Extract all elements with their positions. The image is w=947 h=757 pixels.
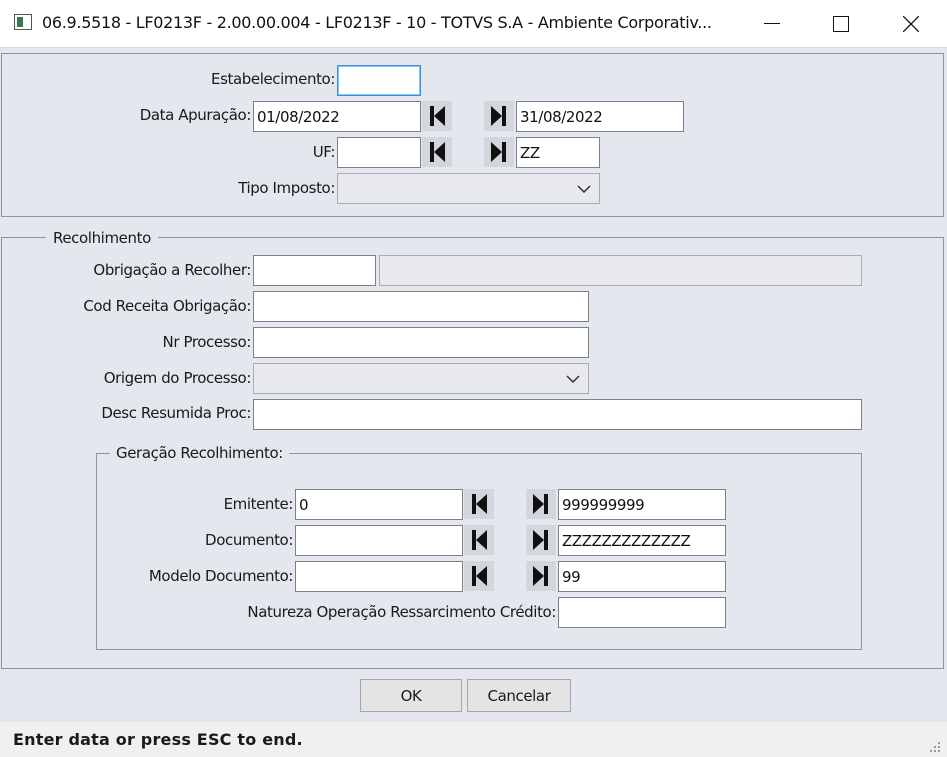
emitente-first-button[interactable] <box>464 489 494 519</box>
uf-label: UF: <box>312 143 336 161</box>
estabelecimento-input[interactable] <box>337 65 421 96</box>
skip-last-icon <box>533 494 548 514</box>
skip-last-icon <box>491 142 506 162</box>
documento-to-input[interactable]: ZZZZZZZZZZZZZ <box>558 525 726 556</box>
close-icon <box>903 15 919 32</box>
skip-last-icon <box>533 530 548 550</box>
recolhimento-legend: Recolhimento <box>46 229 158 247</box>
uf-last-button[interactable] <box>484 137 514 167</box>
obrigacao-input[interactable] <box>253 255 376 286</box>
resize-grip-icon[interactable] <box>929 741 941 753</box>
skip-first-icon <box>430 106 445 126</box>
desc-resumida-input[interactable] <box>253 399 862 430</box>
data-apuracao-from-input[interactable]: 01/08/2022 <box>253 101 421 132</box>
skip-last-icon <box>533 566 548 586</box>
natureza-label: Natureza Operação Ressarcimento Crédito: <box>247 603 556 621</box>
tipo-imposto-select[interactable] <box>337 173 600 204</box>
close-button[interactable] <box>876 0 946 47</box>
window-title: 06.9.5518 - LF0213F - 2.00.00.004 - LF02… <box>42 13 712 32</box>
app-icon <box>14 14 32 30</box>
documento-from-input[interactable] <box>295 525 463 556</box>
tipo-imposto-label: Tipo Imposto: <box>238 179 335 197</box>
maximize-button[interactable] <box>806 0 876 47</box>
data-apuracao-first-button[interactable] <box>422 101 452 131</box>
skip-last-icon <box>491 106 506 126</box>
uf-from-input[interactable] <box>337 137 421 168</box>
chevron-down-icon <box>566 374 580 383</box>
uf-first-button[interactable] <box>422 137 452 167</box>
modelo-label: Modelo Documento: <box>148 567 294 585</box>
skip-first-icon <box>472 566 487 586</box>
cod-receita-input[interactable] <box>253 291 589 322</box>
desc-resumida-label: Desc Resumida Proc: <box>101 404 251 422</box>
emitente-from-input[interactable]: 0 <box>295 489 463 520</box>
origem-label: Origem do Processo: <box>103 369 252 387</box>
ok-button[interactable]: OK <box>360 679 462 712</box>
skip-first-icon <box>430 142 445 162</box>
emitente-last-button[interactable] <box>526 489 556 519</box>
maximize-icon <box>833 15 849 32</box>
chevron-down-icon <box>577 184 591 193</box>
obrigacao-description <box>379 255 862 286</box>
status-message: Enter data or press ESC to end. <box>13 730 303 749</box>
uf-to-input[interactable]: ZZ <box>516 137 600 168</box>
documento-last-button[interactable] <box>526 525 556 555</box>
modelo-last-button[interactable] <box>526 561 556 591</box>
documento-label: Documento: <box>205 531 293 549</box>
skip-first-icon <box>472 530 487 550</box>
obrigacao-label: Obrigação a Recolher: <box>93 261 251 279</box>
origem-select[interactable] <box>253 363 589 394</box>
data-apuracao-label: Data Apuração: <box>139 106 252 124</box>
modelo-first-button[interactable] <box>464 561 494 591</box>
documento-first-button[interactable] <box>464 525 494 555</box>
skip-first-icon <box>472 494 487 514</box>
data-apuracao-to-input[interactable]: 31/08/2022 <box>516 101 684 132</box>
modelo-from-input[interactable] <box>295 561 463 592</box>
cod-receita-label: Cod Receita Obrigação: <box>83 297 251 315</box>
emitente-label: Emitente: <box>223 495 294 513</box>
natureza-input[interactable] <box>558 597 726 628</box>
minimize-button[interactable] <box>737 0 807 47</box>
modelo-to-input[interactable]: 99 <box>558 561 726 592</box>
geracao-legend: Geração Recolhimento: <box>110 444 289 462</box>
estabelecimento-label: Estabelecimento: <box>211 70 335 88</box>
minimize-icon <box>764 22 780 24</box>
nr-processo-input[interactable] <box>253 327 589 358</box>
emitente-to-input[interactable]: 999999999 <box>558 489 726 520</box>
cancel-button[interactable]: Cancelar <box>467 679 571 712</box>
nr-processo-label: Nr Processo: <box>162 333 252 351</box>
data-apuracao-last-button[interactable] <box>484 101 514 131</box>
divider <box>0 47 947 48</box>
